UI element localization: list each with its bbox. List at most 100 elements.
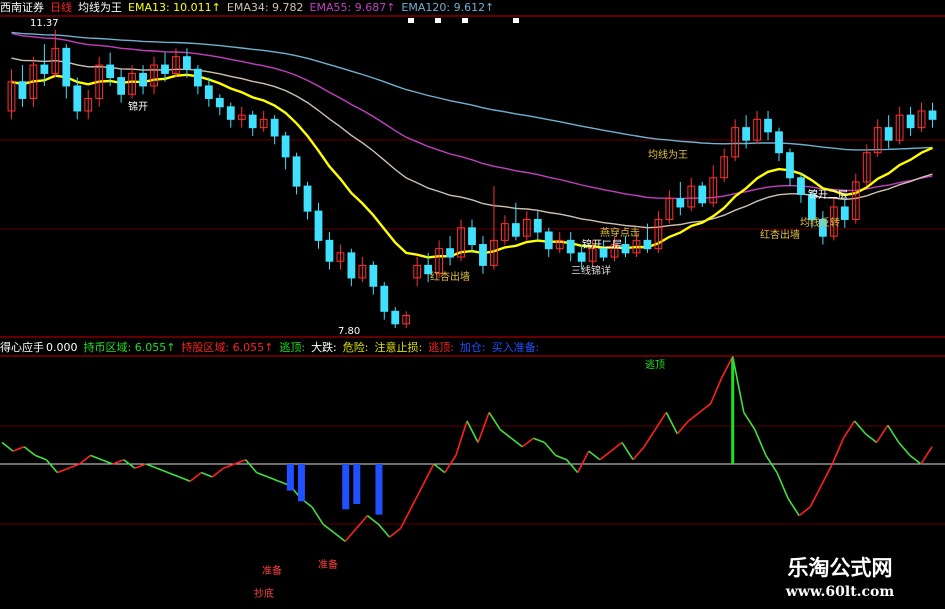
oscillator-segment bbox=[178, 476, 191, 482]
oscillator-name: 得心应手 bbox=[0, 341, 44, 354]
oscillator-segment bbox=[68, 463, 80, 470]
oscillator-segment bbox=[57, 467, 69, 474]
ema120-readout: EMA120: 9.612↑ bbox=[401, 1, 495, 14]
candle-body bbox=[621, 244, 630, 254]
candle-body bbox=[183, 56, 191, 70]
legend-escape-top: 逃顶: bbox=[279, 341, 306, 354]
signal-label: 红杏出墙 bbox=[760, 230, 800, 241]
oscillator-segment bbox=[731, 356, 745, 413]
oscillator-segment bbox=[389, 527, 402, 538]
stock-chart-window: 西南证券 日线 均线为王 EMA13: 10.011↑ EMA34: 9.782 EMA5… bbox=[0, 0, 945, 609]
candle-body bbox=[106, 64, 115, 79]
signal-label: 红杏出墙 bbox=[430, 272, 470, 283]
candle-body bbox=[40, 64, 49, 74]
oscillator-segment bbox=[377, 523, 391, 538]
signal-marker bbox=[408, 18, 414, 23]
legend-hold-stock: 持股区域: 6.055↑ bbox=[181, 341, 274, 354]
candle-body bbox=[643, 239, 652, 250]
legend-escape-top-red: 逃顶: bbox=[428, 341, 454, 354]
oscillator-segment bbox=[1, 441, 14, 452]
oscillator-segment bbox=[754, 429, 767, 456]
oscillator-segment bbox=[234, 458, 246, 465]
oscillator-segment bbox=[433, 463, 446, 474]
candle-body bbox=[193, 68, 202, 87]
oscillator-segment bbox=[887, 424, 900, 443]
signal-label: 锦开 bbox=[128, 102, 148, 113]
candle-body bbox=[698, 185, 707, 204]
candle-body bbox=[347, 252, 356, 279]
oscillator-segment bbox=[743, 411, 756, 431]
escape-top-label: 逃顶 bbox=[645, 360, 665, 371]
signal-marker bbox=[513, 18, 519, 23]
oscillator-segment bbox=[577, 450, 590, 473]
main-panel-header: 西南证券 日线 均线为王 EMA13: 10.011↑ EMA34: 9.782 EMA5… bbox=[0, 0, 500, 16]
oscillator-segment bbox=[366, 514, 379, 525]
oscillator-segment bbox=[322, 523, 335, 534]
candle-body bbox=[676, 198, 685, 208]
bottom-signal-label: 准备 bbox=[262, 566, 282, 577]
candle-body bbox=[577, 252, 586, 262]
candle-body bbox=[446, 248, 454, 258]
candle-body bbox=[215, 97, 224, 108]
buy-ready-bar bbox=[297, 464, 305, 502]
oscillator-segment bbox=[344, 527, 357, 542]
signal-marker bbox=[435, 18, 441, 23]
oscillator-segment bbox=[699, 403, 712, 414]
oscillator-segment bbox=[156, 467, 169, 474]
candle-body bbox=[533, 218, 542, 233]
candle-body bbox=[270, 118, 279, 137]
oscillator-segment bbox=[410, 485, 424, 508]
ema55-line bbox=[11, 32, 933, 200]
candle-body bbox=[292, 156, 301, 187]
oscillator-segment bbox=[820, 463, 834, 486]
high-price-label: 11.37 bbox=[30, 18, 59, 29]
price-chart-canvas[interactable] bbox=[0, 0, 945, 609]
oscillator-segment bbox=[256, 471, 269, 478]
candle-body bbox=[391, 310, 400, 325]
oscillator-segment bbox=[90, 454, 102, 461]
candle-body bbox=[117, 77, 126, 95]
legend-big-drop: 大跌: bbox=[311, 341, 337, 354]
ema34-line bbox=[11, 57, 933, 229]
candle-body bbox=[204, 85, 213, 99]
oscillator-segment bbox=[422, 463, 435, 486]
candle-body bbox=[928, 110, 937, 120]
oscillator-segment bbox=[610, 441, 623, 452]
oscillator-segment bbox=[643, 429, 656, 448]
signal-label: 三线锦详 bbox=[571, 266, 611, 277]
candle-body bbox=[840, 206, 849, 220]
oscillator-segment bbox=[211, 467, 224, 478]
oscillator-segment bbox=[676, 420, 690, 435]
candle-body bbox=[303, 185, 312, 212]
oscillator-value: 0.000 bbox=[46, 341, 78, 354]
oscillator-segment bbox=[200, 471, 213, 478]
candle-body bbox=[325, 239, 334, 262]
candle-body bbox=[281, 135, 290, 158]
candle-body bbox=[73, 85, 82, 112]
oscillator-segment bbox=[787, 497, 800, 517]
oscillator-segment bbox=[853, 420, 867, 435]
oscillator-segment bbox=[776, 472, 789, 499]
candle-body bbox=[18, 81, 27, 99]
oscillator-segment bbox=[112, 458, 125, 465]
watermark-title: 乐淘公式网 bbox=[787, 555, 893, 580]
oscillator-segment bbox=[34, 454, 47, 461]
bottom-signal-label: 准备 bbox=[318, 560, 338, 571]
oscillator-segment bbox=[588, 450, 601, 461]
buy-ready-bar bbox=[342, 464, 350, 510]
oscillator-segment bbox=[244, 459, 258, 474]
period-label[interactable]: 日线 bbox=[50, 1, 72, 14]
candle-body bbox=[139, 72, 147, 87]
oscillator-segment bbox=[566, 459, 579, 474]
signal-label: 燕穿点击 bbox=[600, 228, 640, 239]
oscillator-segment bbox=[466, 420, 479, 443]
oscillator-segment bbox=[865, 433, 878, 444]
candle-body bbox=[786, 152, 794, 179]
oscillator-segment bbox=[555, 454, 567, 461]
oscillator-segment bbox=[831, 437, 845, 465]
candle-body bbox=[314, 210, 323, 241]
candle-body bbox=[884, 127, 893, 141]
candle-body bbox=[161, 64, 169, 74]
escape-top-bar bbox=[731, 358, 735, 464]
candle-body bbox=[797, 177, 805, 195]
